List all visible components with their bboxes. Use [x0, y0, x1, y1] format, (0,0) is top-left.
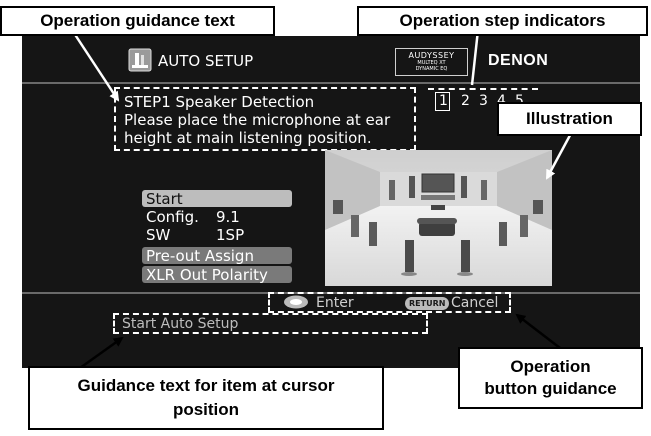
callout-operation-button-guidance: Operation button guidance — [458, 347, 643, 409]
callout-operation-guidance-text: Operation guidance text — [0, 6, 275, 36]
callout-operation-step-indicators: Operation step indicators — [357, 6, 648, 36]
callout-cursor-guidance-text: Guidance text for item at cursor positio… — [28, 366, 384, 430]
callout-illustration: Illustration — [497, 102, 642, 136]
